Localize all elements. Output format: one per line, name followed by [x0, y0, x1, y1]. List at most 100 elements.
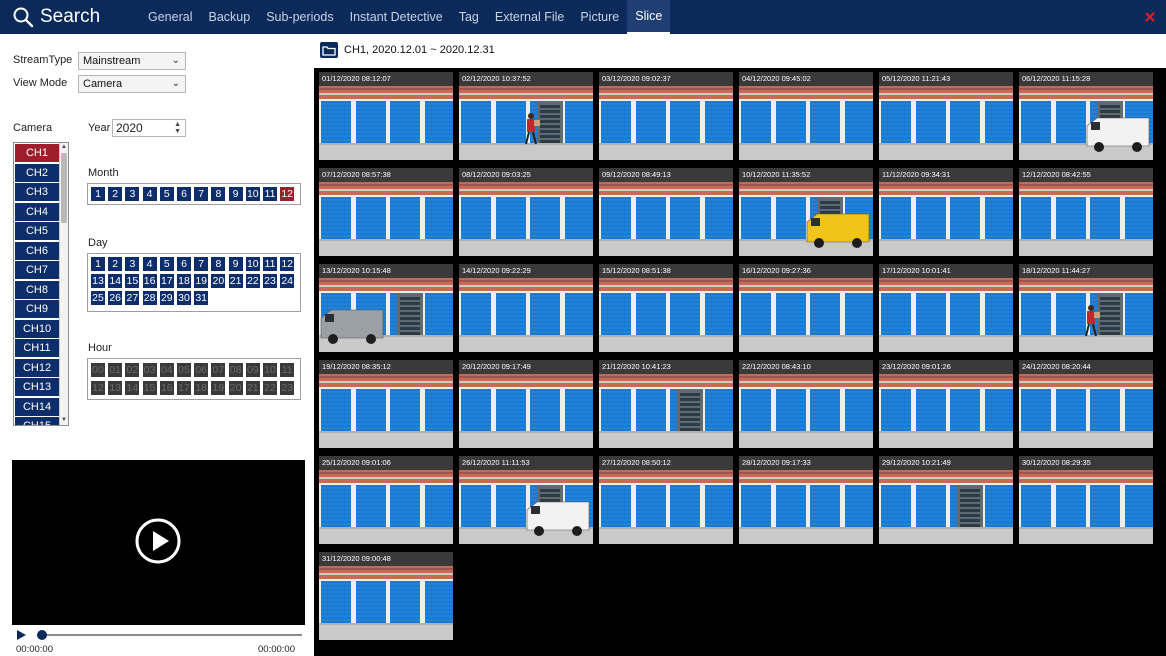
day-cell[interactable]: 7: [194, 257, 209, 271]
month-cell[interactable]: 12: [280, 187, 295, 201]
camera-item-ch8[interactable]: CH8: [15, 280, 59, 299]
day-cell[interactable]: 14: [108, 274, 123, 288]
tab-instant-detective[interactable]: Instant Detective: [342, 0, 451, 34]
slice-thumbnail[interactable]: 22/12/2020 08:43:10: [739, 360, 873, 448]
tab-backup[interactable]: Backup: [200, 0, 258, 34]
day-cell[interactable]: 9: [228, 257, 243, 271]
slice-thumbnail[interactable]: 24/12/2020 08:20:44: [1019, 360, 1153, 448]
slice-thumbnail[interactable]: 30/12/2020 08:29:35: [1019, 456, 1153, 544]
camera-item-ch13[interactable]: CH13: [15, 378, 59, 396]
camera-list[interactable]: ▲ ▼ CH1 CH2 CH3 CH4 CH5 CH6 CH7 CH8 CH9 CH10 CH11 C…: [13, 142, 69, 426]
camera-list-scrollbar[interactable]: ▲ ▼: [59, 143, 68, 425]
day-cell[interactable]: 1: [91, 257, 105, 271]
month-cell[interactable]: 4: [142, 187, 157, 201]
day-cell[interactable]: 30: [177, 291, 191, 305]
tab-tag[interactable]: Tag: [451, 0, 487, 34]
day-cell[interactable]: 2: [108, 257, 123, 271]
slice-thumbnail[interactable]: 12/12/2020 08:42:55: [1019, 168, 1153, 256]
day-cell[interactable]: 31: [194, 291, 209, 305]
slice-thumbnail[interactable]: 21/12/2020 10:41:23: [599, 360, 733, 448]
folder-icon[interactable]: [320, 42, 338, 58]
slice-thumbnail[interactable]: 10/12/2020 11:35:52: [739, 168, 873, 256]
slice-thumbnail[interactable]: 16/12/2020 09:27:36: [739, 264, 873, 352]
slice-thumbnail[interactable]: 14/12/2020 09:22:29: [459, 264, 593, 352]
tab-picture[interactable]: Picture: [572, 0, 627, 34]
slice-thumbnail[interactable]: 28/12/2020 09:17:33: [739, 456, 873, 544]
scroll-up-icon[interactable]: ▲: [60, 143, 68, 152]
tab-external-file[interactable]: External File: [487, 0, 572, 34]
month-cell[interactable]: 5: [159, 187, 174, 201]
slice-thumbnail[interactable]: 20/12/2020 09:17:49: [459, 360, 593, 448]
day-cell[interactable]: 19: [194, 274, 209, 288]
video-player[interactable]: [12, 460, 305, 625]
slice-thumbnail[interactable]: 29/12/2020 10:21:49: [879, 456, 1013, 544]
camera-item-ch10[interactable]: CH10: [15, 319, 59, 338]
slice-thumbnail[interactable]: 04/12/2020 09:45:02: [739, 72, 873, 160]
day-cell[interactable]: 21: [228, 274, 243, 288]
slice-thumbnail[interactable]: 11/12/2020 09:34:31: [879, 168, 1013, 256]
slice-thumbnail[interactable]: 18/12/2020 11:44:27: [1019, 264, 1153, 352]
slice-thumbnail[interactable]: 19/12/2020 08:35:12: [319, 360, 453, 448]
view-mode-select[interactable]: Camera ⌄: [78, 75, 186, 93]
month-cell[interactable]: 9: [228, 187, 243, 201]
playback-slider[interactable]: [40, 634, 302, 636]
slice-thumbnail[interactable]: 15/12/2020 08:51:38: [599, 264, 733, 352]
day-cell[interactable]: 4: [142, 257, 157, 271]
camera-item-ch7[interactable]: CH7: [15, 261, 59, 279]
slice-thumbnail[interactable]: 31/12/2020 09:00:48: [319, 552, 453, 640]
tab-sub-periods[interactable]: Sub-periods: [258, 0, 341, 34]
day-cell[interactable]: 13: [91, 274, 105, 288]
slice-thumbnail[interactable]: 07/12/2020 08:57:38: [319, 168, 453, 256]
day-cell[interactable]: 3: [125, 257, 140, 271]
day-cell[interactable]: 27: [125, 291, 140, 305]
slice-thumbnail[interactable]: 08/12/2020 09:03:25: [459, 168, 593, 256]
day-cell[interactable]: 12: [280, 257, 295, 271]
slice-thumbnail[interactable]: 06/12/2020 11:15:28: [1019, 72, 1153, 160]
month-cell[interactable]: 6: [177, 187, 191, 201]
day-cell[interactable]: 29: [159, 291, 174, 305]
slice-thumbnail[interactable]: 01/12/2020 08:12:07: [319, 72, 453, 160]
playback-slider-handle[interactable]: [37, 630, 47, 640]
camera-item-ch5[interactable]: CH5: [15, 222, 59, 240]
camera-item-ch9[interactable]: CH9: [15, 300, 59, 318]
slice-thumbnail[interactable]: 13/12/2020 10:15:48: [319, 264, 453, 352]
camera-item-ch4[interactable]: CH4: [15, 202, 59, 221]
day-cell[interactable]: 5: [159, 257, 174, 271]
camera-item-ch11[interactable]: CH11: [15, 339, 59, 357]
scroll-down-icon[interactable]: ▼: [60, 416, 68, 425]
camera-item-ch3[interactable]: CH3: [15, 183, 59, 201]
month-cell[interactable]: 3: [125, 187, 140, 201]
slice-thumbnail[interactable]: 25/12/2020 09:01:06: [319, 456, 453, 544]
slice-thumbnail[interactable]: 23/12/2020 09:01:26: [879, 360, 1013, 448]
scrollbar-thumb[interactable]: [61, 153, 67, 223]
camera-item-ch6[interactable]: CH6: [15, 241, 59, 260]
month-cell[interactable]: 1: [91, 187, 105, 201]
day-cell[interactable]: 23: [263, 274, 277, 288]
month-cell[interactable]: 8: [211, 187, 226, 201]
day-cell[interactable]: 26: [108, 291, 123, 305]
year-spinner[interactable]: 2020 ▲ ▼: [112, 119, 186, 137]
slice-thumbnail[interactable]: 02/12/2020 10:37:52: [459, 72, 593, 160]
day-cell[interactable]: 6: [177, 257, 191, 271]
play-circle-icon[interactable]: [134, 517, 182, 565]
slice-thumbnail[interactable]: 26/12/2020 11:11:53: [459, 456, 593, 544]
tab-slice[interactable]: Slice: [627, 0, 671, 34]
day-cell[interactable]: 15: [125, 274, 140, 288]
camera-item-ch2[interactable]: CH2: [15, 163, 59, 182]
day-cell[interactable]: 8: [211, 257, 226, 271]
play-icon[interactable]: [16, 630, 26, 640]
month-cell[interactable]: 7: [194, 187, 209, 201]
slice-thumbnail[interactable]: 03/12/2020 09:02:37: [599, 72, 733, 160]
slice-thumbnail[interactable]: 09/12/2020 08:49:13: [599, 168, 733, 256]
camera-item-ch14[interactable]: CH14: [15, 397, 59, 416]
stream-type-select[interactable]: Mainstream ⌄: [78, 52, 186, 70]
camera-item-ch1[interactable]: CH1: [15, 144, 59, 162]
day-cell[interactable]: 25: [91, 291, 105, 305]
tab-general[interactable]: General: [140, 0, 200, 34]
month-cell[interactable]: 10: [245, 187, 260, 201]
day-cell[interactable]: 24: [280, 274, 295, 288]
month-cell[interactable]: 2: [108, 187, 123, 201]
day-cell[interactable]: 11: [263, 257, 277, 271]
day-cell[interactable]: 10: [245, 257, 260, 271]
close-icon[interactable]: [1142, 9, 1158, 25]
